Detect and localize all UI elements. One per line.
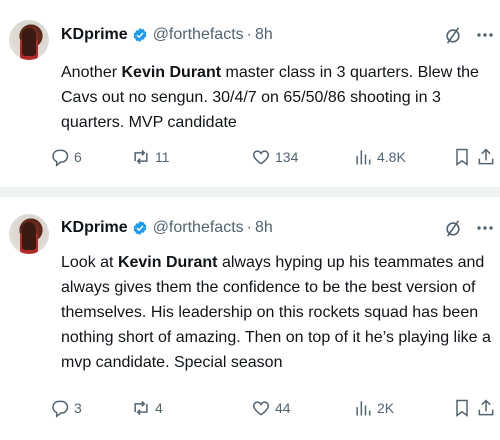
repost-icon — [134, 400, 148, 416]
reply-count: 6 — [74, 149, 82, 165]
bookmark-icon — [456, 399, 468, 417]
action-bar: 3 4 44 2K — [50, 396, 500, 420]
like-button[interactable]: 134 — [251, 145, 298, 169]
bookmark-button[interactable] — [452, 145, 476, 169]
repost-count: 4 — [155, 400, 163, 416]
author-name[interactable]: KDprime — [61, 219, 128, 237]
avatar-figure — [22, 28, 36, 56]
views-icon — [356, 401, 371, 416]
like-icon — [252, 401, 270, 416]
author-handle[interactable]: @forthefacts — [153, 219, 244, 237]
reply-button[interactable]: 6 — [50, 145, 82, 169]
reply-count: 3 — [74, 400, 82, 416]
tweet-text: Another Kevin Durant master class in 3 q… — [61, 60, 492, 135]
reply-icon — [52, 400, 69, 418]
reply-button[interactable]: 3 — [50, 396, 82, 420]
repost-icon — [134, 149, 148, 165]
views-button[interactable]: 2K — [353, 396, 394, 420]
action-bar: 6 11 134 4.8K — [50, 145, 500, 169]
grok-icon[interactable] — [444, 24, 462, 46]
more-options-icon[interactable] — [474, 24, 496, 46]
share-button[interactable] — [476, 145, 500, 169]
separator-dot: · — [246, 26, 252, 43]
like-count: 44 — [275, 400, 291, 416]
tweet-text-rest: always hyping up his teammates and alway… — [61, 254, 491, 371]
separator-dot: · — [246, 219, 252, 236]
author-handle[interactable]: @forthefacts — [153, 26, 244, 44]
tweet-time[interactable]: 8h — [255, 26, 273, 44]
grok-icon[interactable] — [444, 217, 462, 239]
tweet-header: KDprime @forthefacts · 8h — [61, 24, 500, 46]
tweet-header: KDprime @forthefacts · 8h — [61, 217, 500, 239]
tweet-text: Look at Kevin Durant always hyping up hi… — [61, 250, 492, 375]
views-button[interactable]: 4.8K — [353, 145, 406, 169]
tweet-time[interactable]: 8h — [255, 219, 273, 237]
like-icon — [252, 150, 270, 165]
tweet-card[interactable]: KDprime @forthefacts · 8h Look at Kevin … — [0, 197, 500, 440]
reply-icon — [52, 149, 69, 167]
more-options-icon[interactable] — [474, 217, 496, 239]
like-button[interactable]: 44 — [251, 396, 291, 420]
bookmark-button[interactable] — [452, 396, 476, 420]
like-count: 134 — [275, 149, 299, 165]
avatar-figure — [22, 222, 36, 250]
view-count: 2K — [377, 400, 395, 416]
repost-button[interactable]: 4 — [131, 396, 163, 420]
repost-count: 11 — [155, 149, 170, 165]
tweet-text-bold: Kevin Durant — [121, 64, 222, 81]
share-icon — [478, 148, 494, 165]
tweet-text-start: Look at — [61, 254, 118, 271]
share-button[interactable] — [476, 396, 500, 420]
view-count: 4.8K — [377, 149, 406, 165]
share-icon — [478, 399, 494, 416]
verified-badge-icon — [133, 221, 147, 235]
bookmark-icon — [456, 148, 468, 166]
views-icon — [356, 150, 371, 165]
author-name[interactable]: KDprime — [61, 26, 128, 44]
tweet-text-start: Another — [61, 64, 122, 81]
avatar[interactable] — [9, 20, 49, 60]
tweet-card[interactable]: KDprime @forthefacts · 8h Another Kevin … — [0, 0, 500, 187]
tweet-text-bold: Kevin Durant — [117, 254, 218, 271]
verified-badge-icon — [133, 28, 147, 42]
tweet-divider — [0, 187, 500, 197]
avatar[interactable] — [9, 214, 49, 254]
repost-button[interactable]: 11 — [131, 145, 170, 169]
